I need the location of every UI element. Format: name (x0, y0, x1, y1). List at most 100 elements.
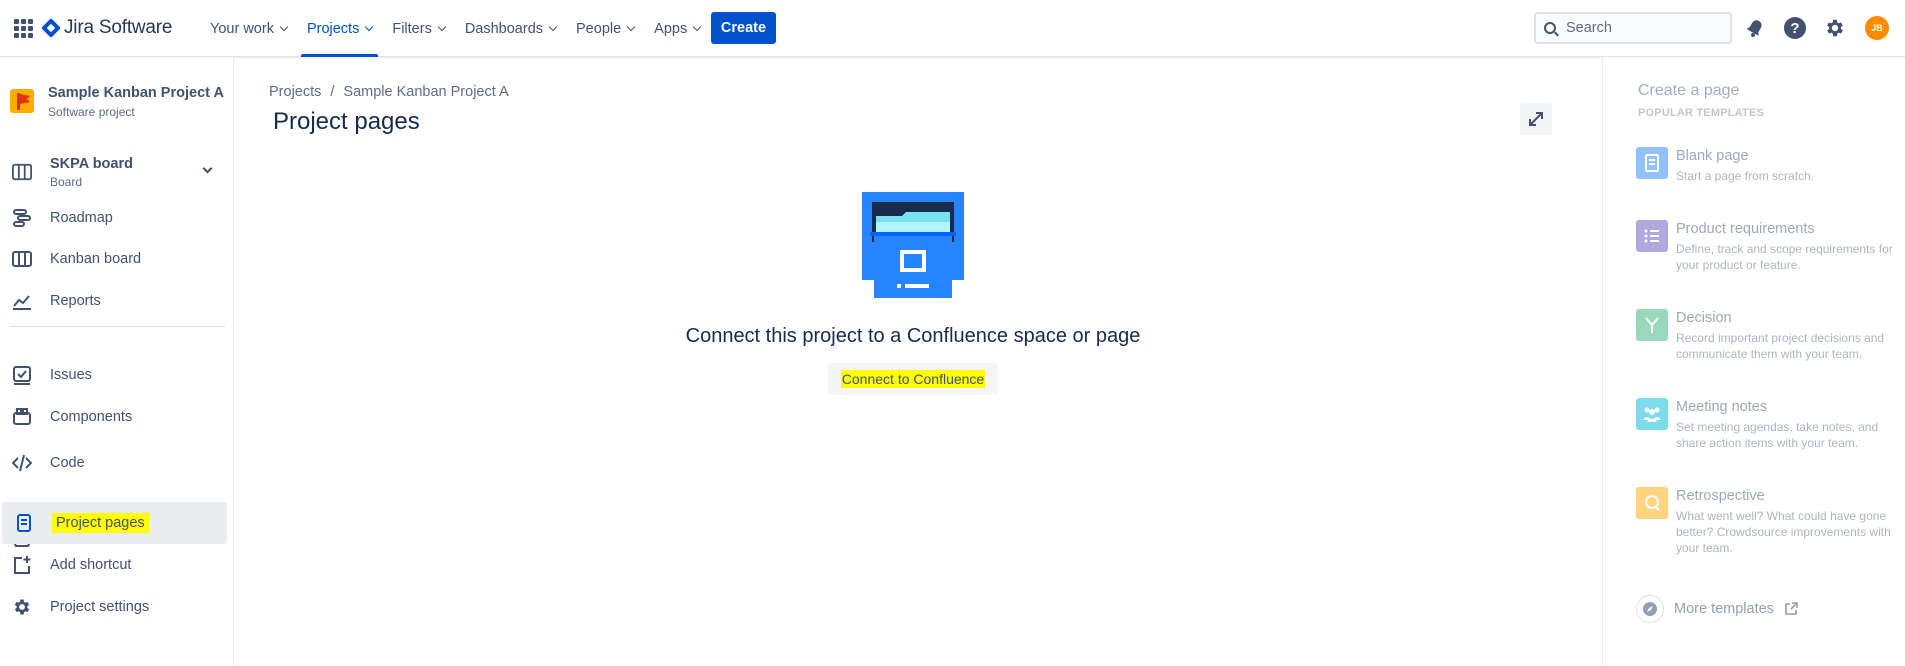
add-shortcut-icon (12, 555, 32, 575)
template-meeting-notes[interactable]: Meeting notes Set meeting agendas, take … (1636, 398, 1896, 451)
product-requirements-icon (1636, 220, 1668, 252)
sidebar-item-reports[interactable]: Reports (0, 280, 225, 322)
issues-icon (12, 365, 32, 385)
template-name: Meeting notes (1676, 399, 1768, 415)
chevron-down-icon (626, 22, 636, 31)
sidebar-item-roadmap[interactable]: Roadmap (0, 197, 225, 239)
template-name: Decision (1676, 310, 1732, 326)
nav-apps[interactable]: Apps (644, 0, 710, 57)
connect-to-confluence-button[interactable]: Connect to Confluence (828, 363, 998, 395)
retrospective-icon (1636, 487, 1668, 519)
connect-button-label: Connect to Confluence (840, 370, 986, 388)
chevron-down-icon (548, 22, 558, 31)
nav-label: Filters (392, 20, 432, 37)
nav-your-work[interactable]: Your work (200, 0, 297, 57)
more-templates-link[interactable]: More templates (1636, 595, 1798, 623)
expand-button[interactable] (1520, 103, 1552, 135)
nav-people[interactable]: People (566, 0, 644, 57)
kanban-board-icon (12, 249, 32, 269)
jira-logo[interactable]: Jira Software (41, 17, 172, 39)
decision-icon (1636, 309, 1668, 341)
sidebar-item-label: Add shortcut (50, 557, 132, 573)
sidebar-item-project-pages[interactable]: Project pages (2, 502, 227, 544)
project-header[interactable]: Sample Kanban Project A Software project (10, 85, 224, 119)
settings-icon[interactable] (1823, 16, 1847, 40)
nav-filters[interactable]: Filters (382, 0, 454, 57)
project-avatar-icon (10, 89, 34, 113)
sidebar-item-project-settings[interactable]: Project settings (0, 586, 225, 628)
search-box[interactable] (1534, 12, 1732, 44)
template-retrospective[interactable]: Retrospective What went well? What could… (1636, 487, 1896, 556)
project-pages-icon (14, 513, 34, 533)
nav-label: Projects (306, 20, 360, 37)
external-link-icon (1785, 602, 1798, 615)
board-icon (12, 162, 32, 182)
template-desc: Define, track and scope requirements for… (1676, 242, 1893, 272)
project-type: Software project (48, 105, 135, 119)
search-icon (1544, 22, 1556, 34)
connect-message: Connect this project to a Confluence spa… (685, 325, 1141, 347)
sidebar-item-add-shortcut[interactable]: Add shortcut (0, 544, 225, 586)
template-desc: Start a page from scratch. (1676, 169, 1815, 183)
sidebar-item-issues[interactable]: Issues (0, 354, 225, 396)
reports-icon (12, 291, 32, 311)
sidebar-item-components[interactable]: Components (0, 396, 225, 438)
board-sub: Board (50, 174, 83, 189)
sidebar-item-label: Kanban board (50, 251, 142, 267)
compass-icon (1636, 595, 1664, 623)
sidebar-item-label: Project pages (52, 513, 149, 533)
template-desc: What went well? What could have gone bet… (1676, 509, 1891, 555)
panel-subtitle: POPULAR TEMPLATES (1638, 107, 1765, 119)
create-button[interactable]: Create (711, 12, 776, 44)
notifications-icon[interactable] (1743, 16, 1767, 40)
project-name: Sample Kanban Project A (48, 85, 224, 101)
sidebar-divider (10, 326, 225, 327)
template-desc: Record important project decisions and c… (1676, 331, 1885, 361)
help-icon[interactable]: ? (1783, 16, 1807, 40)
code-icon (12, 453, 32, 473)
sidebar-item-code[interactable]: Code (0, 442, 225, 484)
sidebar-item-label: Project settings (50, 599, 150, 615)
sidebar-item-label: Code (50, 455, 85, 471)
sidebar-item-label: Reports (50, 293, 101, 309)
sidebar-item-label: Roadmap (50, 210, 113, 226)
template-name: Product requirements (1676, 221, 1815, 237)
nav-dashboards[interactable]: Dashboards (455, 0, 566, 57)
template-decision[interactable]: Decision Record important project decisi… (1636, 309, 1896, 362)
template-name: Blank page (1676, 148, 1749, 164)
jira-logo-icon (41, 18, 61, 38)
expand-icon (1529, 112, 1543, 126)
nav-items: Your work Projects Filters Dashboards Pe… (200, 0, 710, 57)
nav-projects[interactable]: Projects (297, 0, 382, 57)
roadmap-icon (12, 208, 32, 228)
search-input[interactable] (1566, 20, 1716, 36)
panel-title: Create a page (1638, 82, 1740, 99)
nav-label: Dashboards (464, 20, 544, 37)
project-settings-icon (12, 597, 32, 617)
folder-illustration (862, 192, 964, 298)
sidebar-item-kanban-board[interactable]: Kanban board (0, 238, 225, 280)
nav-label: Your work (210, 20, 274, 37)
project-sidebar: Sample Kanban Project A Software project… (0, 57, 234, 666)
breadcrumb: Projects / Sample Kanban Project A (269, 84, 509, 100)
user-avatar[interactable]: JB (1865, 16, 1889, 40)
breadcrumb-projects[interactable]: Projects (269, 84, 321, 100)
components-icon (12, 407, 32, 427)
chevron-down-icon (279, 22, 289, 31)
chevron-down-icon (365, 22, 374, 31)
nav-label: Apps (654, 20, 688, 37)
sidebar-item-label: Components (50, 409, 133, 425)
blank-page-icon (1636, 147, 1668, 179)
page-title: Project pages (273, 108, 420, 135)
apps-grid-icon[interactable] (14, 19, 33, 38)
board-selector[interactable]: SKPA board Board (0, 152, 225, 192)
top-navigation: Jira Software Your work Projects Filters… (0, 0, 1905, 57)
board-name: SKPA board (50, 155, 133, 172)
chevron-down-icon[interactable] (202, 163, 213, 174)
meeting-notes-icon (1636, 398, 1668, 430)
template-blank-page[interactable]: Blank page Start a page from scratch. (1636, 147, 1896, 184)
template-product-requirements[interactable]: Product requirements Define, track and s… (1636, 220, 1896, 273)
chevron-down-icon (692, 22, 702, 31)
breadcrumb-project[interactable]: Sample Kanban Project A (343, 84, 508, 100)
more-templates-label: More templates (1674, 601, 1774, 617)
